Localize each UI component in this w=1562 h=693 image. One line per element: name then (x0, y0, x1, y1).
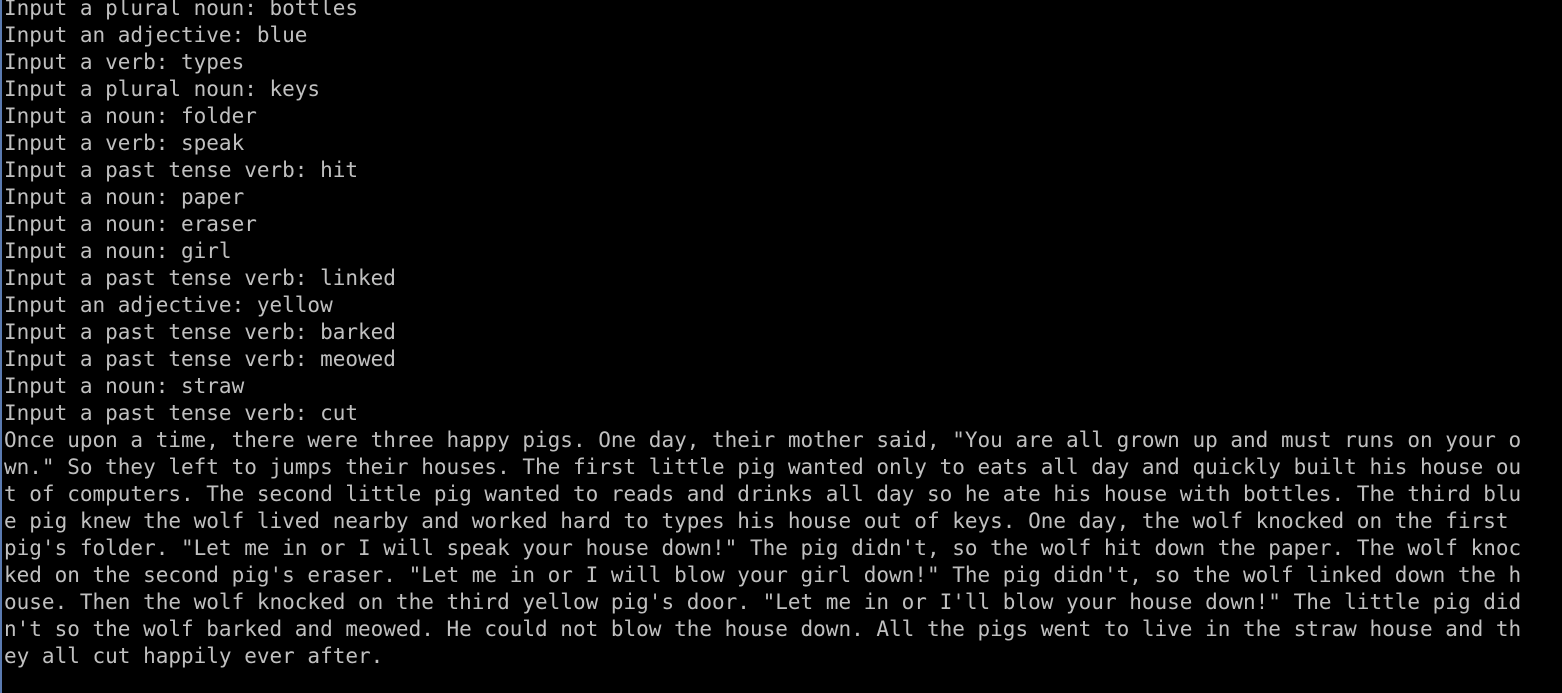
console-line: ked on the second pig's eraser. "Let me … (4, 563, 1522, 587)
console-line: Input an adjective: blue (4, 23, 308, 47)
console-output: Input a plural noun: bottles Input an ad… (4, 0, 1562, 670)
console-line: wn." So they left to jumps their houses.… (4, 455, 1522, 479)
console-window[interactable]: Input a plural noun: bottles Input an ad… (0, 0, 1562, 693)
console-line: Input a past tense verb: cut (4, 401, 359, 425)
console-line: Input a past tense verb: linked (4, 266, 396, 290)
console-line: ey all cut happily ever after. (4, 644, 384, 668)
console-line: Input a noun: paper (4, 185, 245, 209)
console-line: Input a noun: straw (4, 374, 245, 398)
console-line: Once upon a time, there were three happy… (4, 428, 1522, 452)
console-line: Input a past tense verb: meowed (4, 347, 396, 371)
console-line: Input a noun: girl (4, 239, 232, 263)
console-line: Input a past tense verb: hit (4, 158, 359, 182)
console-line: ouse. Then the wolf knocked on the third… (4, 590, 1522, 614)
console-line: Input a noun: eraser (4, 212, 257, 236)
console-line: t of computers. The second little pig wa… (4, 482, 1522, 506)
console-line: Input a plural noun: keys (4, 77, 321, 101)
console-line: e pig knew the wolf lived nearby and wor… (4, 509, 1509, 533)
console-line: Input a noun: folder (4, 104, 257, 128)
console-line: n't so the wolf barked and meowed. He co… (4, 617, 1522, 641)
console-line: Input a plural noun: bottles (4, 0, 359, 20)
console-line: Input a past tense verb: barked (4, 320, 396, 344)
console-line: pig's folder. "Let me in or I will speak… (4, 536, 1522, 560)
console-line: Input a verb: types (4, 50, 245, 74)
window-left-border (0, 0, 2, 693)
console-line: Input a verb: speak (4, 131, 245, 155)
console-line: Input an adjective: yellow (4, 293, 333, 317)
